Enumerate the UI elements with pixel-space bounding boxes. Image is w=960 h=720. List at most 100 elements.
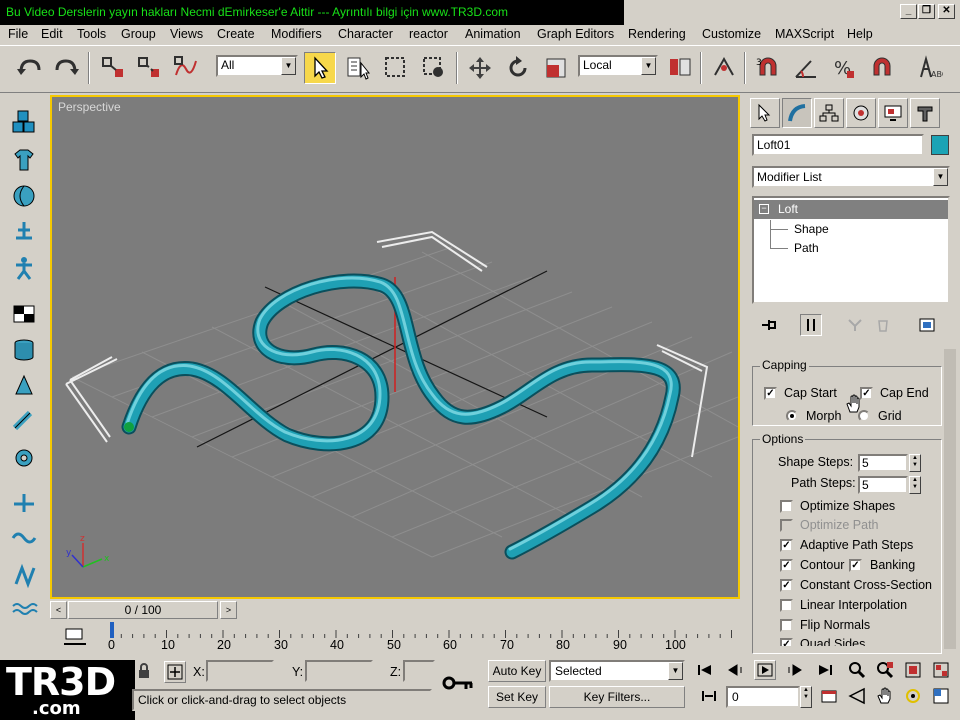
current-frame-field[interactable]: 0 xyxy=(726,686,800,708)
play-button[interactable] xyxy=(754,660,776,680)
path-steps-input[interactable]: 5 xyxy=(858,476,908,494)
maximize-viewport-button[interactable] xyxy=(930,686,952,706)
cone-button[interactable] xyxy=(8,370,40,402)
bones-button[interactable] xyxy=(8,560,40,592)
tab-display[interactable] xyxy=(878,98,908,128)
menu-views[interactable]: Views xyxy=(170,27,203,41)
z-coord-field[interactable] xyxy=(403,660,435,682)
shape-steps-spinner[interactable]: ▲ ▼ xyxy=(909,454,921,472)
menu-reactor[interactable]: reactor xyxy=(409,27,448,41)
menu-create[interactable]: Create xyxy=(217,27,255,41)
previous-frame-button[interactable] xyxy=(724,660,746,680)
time-slider[interactable]: < 0 / 100 > xyxy=(50,600,740,620)
auto-key-button[interactable]: Auto Key xyxy=(488,660,546,682)
time-configuration-button[interactable] xyxy=(818,686,840,706)
angle-snap-button[interactable] xyxy=(790,52,822,84)
linear-interpolation-checkbox[interactable] xyxy=(780,599,793,612)
contour-checkbox[interactable]: ✓ xyxy=(780,559,793,572)
object-color-swatch[interactable] xyxy=(931,135,949,155)
go-to-start-button[interactable] xyxy=(694,660,716,680)
cloth-button[interactable] xyxy=(8,144,40,176)
select-and-rotate-button[interactable] xyxy=(502,52,534,84)
waves-button[interactable] xyxy=(8,594,40,626)
menu-file[interactable]: File xyxy=(8,27,28,41)
tab-motion[interactable] xyxy=(846,98,876,128)
menu-group[interactable]: Group xyxy=(121,27,156,41)
spinner-snap-button[interactable] xyxy=(866,52,898,84)
menu-help[interactable]: Help xyxy=(847,27,873,41)
minimize-button[interactable]: _ xyxy=(900,4,917,19)
track-bar[interactable]: 0 10 20 30 40 50 60 70 80 90 100 xyxy=(50,622,740,656)
zoom-all-button[interactable] xyxy=(874,660,896,680)
menu-tools[interactable]: Tools xyxy=(77,27,106,41)
selection-lock-toggle[interactable] xyxy=(137,662,151,680)
flip-normals-checkbox[interactable] xyxy=(780,619,793,632)
key-filters-button[interactable]: Key Filters... xyxy=(549,686,685,708)
time-slider-thumb[interactable]: 0 / 100 xyxy=(68,601,218,619)
zoom-extents-button[interactable] xyxy=(902,660,924,680)
perspective-viewport[interactable]: Perspective z x y xyxy=(50,95,740,599)
snaps-toggle-button[interactable]: 3 xyxy=(752,52,784,84)
optimize-shapes-checkbox[interactable] xyxy=(780,500,793,513)
banking-checkbox[interactable]: ✓ xyxy=(849,559,862,572)
spacewarp-button[interactable] xyxy=(8,522,40,554)
adaptive-path-steps-checkbox[interactable]: ✓ xyxy=(780,539,793,552)
select-by-name-button[interactable] xyxy=(342,52,374,84)
sphere-button[interactable] xyxy=(8,180,40,212)
zoom-extents-all-button[interactable] xyxy=(930,660,952,680)
object-name-field[interactable]: Loft01 xyxy=(752,134,924,156)
time-next-button[interactable]: > xyxy=(220,601,237,619)
y-coord-field[interactable] xyxy=(305,660,373,682)
redo-button[interactable] xyxy=(50,52,82,84)
close-button[interactable]: ✕ xyxy=(938,4,955,19)
stack-item-loft[interactable]: − Loft xyxy=(754,200,948,219)
key-mode-dropdown[interactable]: Selected ▼ xyxy=(549,660,685,682)
select-and-move-button[interactable] xyxy=(464,52,496,84)
path-steps-spinner[interactable]: ▲ ▼ xyxy=(909,476,921,494)
arc-rotate-button[interactable] xyxy=(902,686,924,706)
selection-filter-dropdown[interactable]: All ▼ xyxy=(216,55,298,77)
use-pivot-point-center-button[interactable] xyxy=(664,52,696,84)
tab-utilities[interactable] xyxy=(910,98,940,128)
pan-button[interactable] xyxy=(874,686,896,706)
menu-modifiers[interactable]: Modifiers xyxy=(271,27,322,41)
configure-modifier-sets-button[interactable] xyxy=(916,314,938,336)
current-frame-spinner[interactable]: ▲ ▼ xyxy=(800,686,812,708)
menu-animation[interactable]: Animation xyxy=(465,27,521,41)
loft-tube[interactable] xyxy=(123,275,679,558)
undo-button[interactable] xyxy=(14,52,46,84)
collapse-icon[interactable]: − xyxy=(759,204,769,214)
menu-rendering[interactable]: Rendering xyxy=(628,27,686,41)
menu-customize[interactable]: Customize xyxy=(702,27,761,41)
character-button[interactable] xyxy=(8,252,40,284)
mini-curve-editor-button[interactable] xyxy=(62,626,88,648)
menu-character[interactable]: Character xyxy=(338,27,393,41)
next-frame-button[interactable] xyxy=(784,660,806,680)
morph-radio[interactable] xyxy=(786,410,798,422)
zoom-button[interactable] xyxy=(846,660,868,680)
time-prev-button[interactable]: < xyxy=(50,601,67,619)
command-panel-scrollbar[interactable] xyxy=(944,349,956,649)
stack-item-path[interactable]: Path xyxy=(754,239,948,258)
show-end-result-button[interactable] xyxy=(800,314,822,336)
helper-button[interactable] xyxy=(8,486,40,518)
set-key-button[interactable] xyxy=(440,668,476,698)
tab-hierarchy[interactable] xyxy=(814,98,844,128)
reference-coordinate-dropdown[interactable]: Local ▼ xyxy=(578,55,658,77)
checker-button[interactable] xyxy=(8,298,40,330)
restore-button[interactable]: ❐ xyxy=(918,4,935,19)
window-crossing-button[interactable] xyxy=(418,52,450,84)
stack-item-shape[interactable]: Shape xyxy=(754,220,948,239)
constant-cross-section-checkbox[interactable]: ✓ xyxy=(780,579,793,592)
cylinder-button[interactable] xyxy=(8,334,40,366)
make-unique-button[interactable] xyxy=(844,314,866,336)
unlink-selection-button[interactable] xyxy=(134,52,166,84)
create-box-button[interactable] xyxy=(8,106,40,138)
bind-to-space-warp-button[interactable] xyxy=(170,52,202,84)
named-selection-button[interactable]: ABC xyxy=(914,52,946,84)
cap-start-checkbox[interactable]: ✓ xyxy=(764,387,777,400)
modifier-list-dropdown[interactable]: Modifier List ▼ xyxy=(752,166,950,188)
rectangular-selection-button[interactable] xyxy=(380,52,412,84)
select-and-link-button[interactable] xyxy=(98,52,130,84)
shape-steps-input[interactable]: 5 xyxy=(858,454,908,472)
